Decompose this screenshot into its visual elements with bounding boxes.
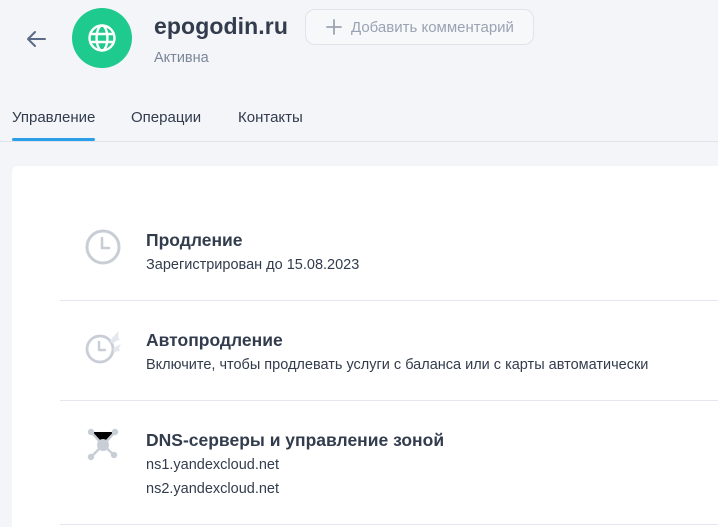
dns-server-1: ns1.yandexcloud.net xyxy=(146,457,280,473)
clock-icon xyxy=(83,227,123,267)
tab-management[interactable]: Управление xyxy=(12,109,96,141)
dns-section[interactable]: DNS-серверы и управление зоной ns1.yande… xyxy=(60,424,718,524)
autorenew-title: Автопродление xyxy=(146,330,283,350)
renewal-section: Продление Зарегистрирован до 15.08.2023 xyxy=(60,224,718,304)
status-text: Активна xyxy=(154,50,209,66)
dns-server-2: ns2.yandexcloud.net xyxy=(146,481,280,497)
plus-icon xyxy=(326,19,342,35)
dns-title: DNS-серверы и управление зоной xyxy=(146,430,445,450)
tab-operations[interactable]: Операции xyxy=(131,109,201,141)
network-nodes-icon xyxy=(83,425,123,465)
divider xyxy=(60,300,718,301)
renewal-date: Зарегистрирован до 15.08.2023 xyxy=(146,257,360,273)
management-card: Продление Зарегистрирован до 15.08.2023 … xyxy=(12,166,718,527)
autorenew-clock-icon xyxy=(83,327,123,367)
divider xyxy=(60,524,718,525)
arrow-left-icon xyxy=(25,30,47,48)
add-comment-button[interactable]: Добавить комментарий xyxy=(305,9,534,45)
domain-page: epogodin.ru Активна Добавить комментарий… xyxy=(0,0,718,527)
divider xyxy=(60,400,718,401)
back-button[interactable] xyxy=(22,26,50,52)
page-title: epogodin.ru xyxy=(154,13,288,39)
globe-icon xyxy=(87,23,117,53)
tab-bar: Управление Операции Контакты xyxy=(0,100,718,142)
autorenew-description: Включите, чтобы продлевать услуги с бала… xyxy=(146,357,649,373)
autorenew-section[interactable]: Автопродление Включите, чтобы продлевать… xyxy=(60,324,718,404)
renewal-title: Продление xyxy=(146,230,243,250)
add-comment-label: Добавить комментарий xyxy=(351,18,514,36)
tab-contacts[interactable]: Контакты xyxy=(238,109,303,141)
avatar xyxy=(72,8,132,68)
